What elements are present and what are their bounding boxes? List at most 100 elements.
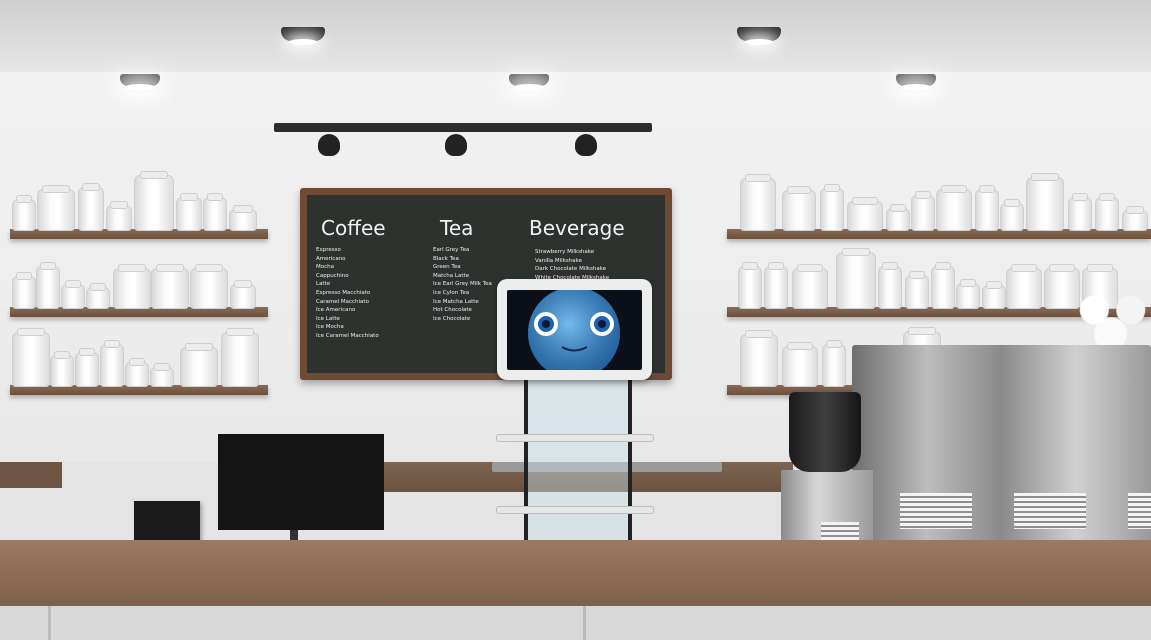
- menu-item: Ice Caramel Macchiato: [316, 332, 379, 339]
- jar: [50, 351, 74, 387]
- menu-item: Cappuchino: [316, 272, 349, 279]
- menu-item: Ice Latte: [316, 315, 340, 322]
- menu-item: Green Tea: [433, 264, 461, 271]
- menu-column-title: Beverage: [529, 216, 625, 240]
- machine-vent: [900, 493, 972, 529]
- jar: [782, 186, 816, 231]
- panel-divider: [583, 606, 586, 640]
- robot-body: [496, 380, 654, 540]
- jar: [822, 340, 846, 387]
- jar: [738, 262, 762, 309]
- cup-stack: [1070, 286, 1151, 346]
- jar: [37, 185, 75, 231]
- jar: [878, 262, 902, 309]
- menu-item: Expresso: [316, 247, 341, 253]
- jar: [125, 358, 149, 387]
- menu-item: Earl Grey Tea: [433, 247, 470, 253]
- menu-item-list: Expresso Americano Mocha Cappuchino Latt…: [316, 246, 428, 341]
- jar: [740, 174, 776, 231]
- jar: [86, 283, 110, 309]
- jar: [150, 363, 174, 387]
- jar: [100, 340, 124, 387]
- menu-column-title: Tea: [440, 216, 474, 240]
- jar: [1122, 206, 1148, 231]
- jar: [106, 201, 132, 231]
- menu-item: Ice Mocha: [316, 324, 344, 331]
- wall-light: [120, 74, 160, 90]
- spotlight: [318, 134, 340, 156]
- machine-vent: [1128, 493, 1151, 529]
- front-counter: [0, 540, 1151, 612]
- menu-item: Espresso Macchiato: [316, 289, 371, 296]
- jar: [956, 279, 980, 309]
- jar: [190, 264, 228, 309]
- jar: [151, 264, 189, 309]
- jar: [886, 204, 910, 231]
- menu-item: Dark Chocolate Milkshake: [535, 266, 607, 273]
- grinder-hopper: [789, 392, 861, 472]
- menu-item: Mocha: [316, 264, 334, 271]
- robot-tray: [496, 506, 654, 514]
- ceiling-light: [737, 27, 781, 45]
- robot-display: [507, 290, 642, 370]
- menu-item: Ice Americano: [316, 307, 356, 314]
- menu-item: Americano: [316, 255, 346, 262]
- jar: [36, 262, 60, 309]
- jar: [982, 281, 1006, 309]
- spotlight: [575, 134, 597, 156]
- jar: [12, 195, 36, 231]
- jar: [905, 271, 929, 309]
- jar: [203, 193, 227, 231]
- pos-monitor[interactable]: [218, 434, 384, 530]
- spotlight: [445, 134, 467, 156]
- ceiling-light: [281, 27, 325, 45]
- back-counter-top: [0, 462, 62, 488]
- jar: [740, 330, 778, 387]
- jar: [1000, 199, 1024, 231]
- jar: [78, 183, 104, 231]
- jar: [911, 191, 935, 231]
- jar: [12, 272, 36, 309]
- counter-front-panel: [0, 606, 1151, 640]
- jar: [12, 328, 50, 387]
- jar: [820, 184, 844, 231]
- jar: [936, 185, 972, 231]
- menu-item: Black Tea: [433, 255, 459, 262]
- jar: [792, 264, 828, 309]
- jar: [1006, 264, 1042, 309]
- wall-light: [896, 74, 936, 90]
- jar: [782, 342, 818, 387]
- jar: [847, 197, 883, 231]
- jar: [1026, 173, 1064, 231]
- menu-column-title: Coffee: [321, 216, 386, 240]
- jar: [975, 185, 999, 231]
- jar: [1095, 193, 1119, 231]
- track-light-rail: [274, 123, 652, 132]
- menu-item: Vanilla Milkshake: [535, 257, 582, 264]
- jar: [113, 264, 151, 309]
- machine-vent: [1014, 493, 1086, 529]
- wall-light: [509, 74, 549, 90]
- robot-tray: [496, 434, 654, 442]
- menu-item: Latte: [316, 281, 331, 288]
- menu-item: Caramel Macchiato: [316, 298, 369, 305]
- menu-item-list: Strawberry Milkshake Vanilla Milkshake D…: [535, 248, 657, 282]
- jar: [75, 348, 99, 387]
- panel-divider: [48, 606, 51, 640]
- jar: [180, 343, 218, 387]
- espresso-machine: [852, 345, 1151, 545]
- menu-item: Strawberry Milkshake: [535, 249, 595, 255]
- robot-face-icon: [528, 290, 620, 370]
- ceiling: [0, 0, 1151, 72]
- robot-screen[interactable]: [497, 279, 652, 380]
- jar: [176, 193, 202, 231]
- jar: [134, 171, 174, 231]
- jar: [764, 262, 788, 309]
- jar: [836, 248, 876, 309]
- jar: [221, 328, 259, 387]
- jar: [931, 262, 955, 309]
- jar: [1068, 193, 1092, 231]
- cafe-scene: Coffee Expresso Americano Mocha Cappuchi…: [0, 0, 1151, 640]
- jar: [61, 280, 85, 309]
- jar: [229, 205, 257, 231]
